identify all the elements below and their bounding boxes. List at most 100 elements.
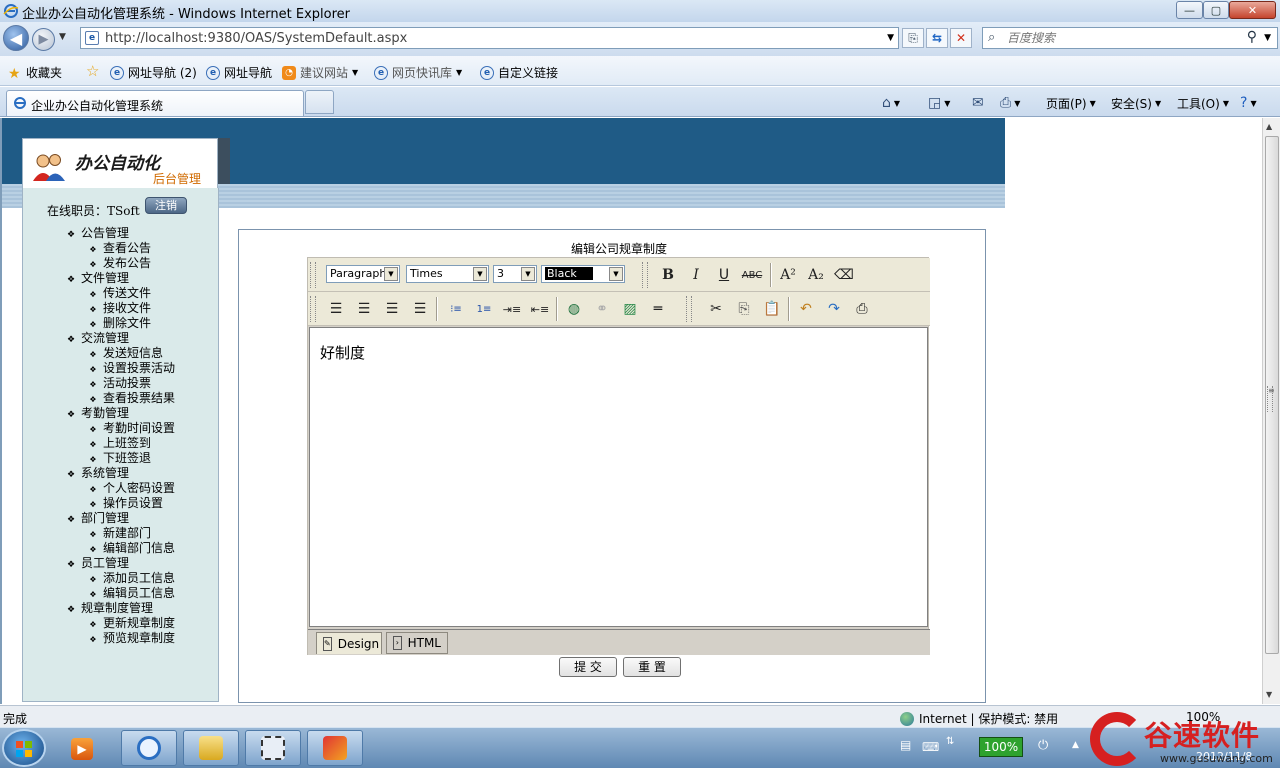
- editor-content-text[interactable]: 好制度: [320, 342, 365, 363]
- search-box[interactable]: ⌕ ⚲ ▼: [982, 27, 1278, 49]
- tools-taskbar-button[interactable]: [245, 730, 301, 766]
- compatibility-view-button[interactable]: ⎘: [902, 28, 924, 48]
- explorer-taskbar-button[interactable]: [183, 730, 239, 766]
- cut-button[interactable]: ✂: [704, 298, 728, 320]
- design-mode-tab[interactable]: ✎ Design: [316, 632, 382, 654]
- bold-button[interactable]: B: [656, 264, 680, 286]
- superscript-button[interactable]: A²: [776, 264, 800, 286]
- scroll-down-icon[interactable]: ▼: [1266, 690, 1272, 699]
- maximize-button[interactable]: ▢: [1203, 1, 1229, 19]
- fav-link-2[interactable]: e 网址导航: [206, 64, 272, 81]
- bullet-list-button[interactable]: ⁝≡: [444, 298, 468, 320]
- logout-button[interactable]: 注销: [145, 197, 187, 214]
- help-button[interactable]: ? ▼: [1240, 95, 1257, 111]
- toolbar-grip[interactable]: [310, 296, 316, 322]
- italic-button[interactable]: I: [684, 264, 708, 286]
- fav-link-suggested[interactable]: ◔ 建议网站 ▼: [282, 64, 358, 81]
- paste-button[interactable]: 📋: [760, 298, 784, 320]
- close-button[interactable]: ✕: [1229, 1, 1276, 19]
- rich-text-editor: Paragraph ▼ Times ▼ 3 ▼ Black ▼ B I U ABC A²…: [307, 257, 930, 655]
- numbered-list-icon: 1≡: [476, 303, 492, 315]
- indent-button[interactable]: ⇥≡: [500, 298, 524, 320]
- html-mode-tab[interactable]: › HTML: [386, 632, 448, 654]
- subscript-button[interactable]: A₂: [804, 264, 828, 286]
- forward-button[interactable]: ▶: [32, 28, 55, 51]
- toolbar-grip[interactable]: [642, 262, 648, 288]
- diamond-bullet-icon: ❖: [67, 410, 76, 420]
- safety-menu[interactable]: 安全(S) ▼: [1111, 95, 1161, 112]
- align-center-button[interactable]: ☰: [380, 298, 404, 320]
- visual-studio-taskbar-button[interactable]: [307, 730, 363, 766]
- insert-image-button[interactable]: ▨: [618, 298, 642, 320]
- search-input[interactable]: [1007, 31, 1237, 45]
- main-content-panel: 编辑公司规章制度 Paragraph ▼ Times ▼ 3 ▼ Black ▼ B I…: [238, 229, 986, 703]
- eraser-button[interactable]: ⌫: [832, 264, 856, 286]
- page-menu[interactable]: 页面(P) ▼: [1046, 95, 1096, 112]
- align-left-button[interactable]: ☰: [324, 298, 348, 320]
- format-select[interactable]: Paragraph ▼: [326, 265, 400, 283]
- new-tab-button[interactable]: [305, 90, 334, 114]
- stop-button[interactable]: ✕: [950, 28, 972, 48]
- horizontal-rule-button[interactable]: ═: [646, 298, 670, 320]
- align-right-button[interactable]: ☰: [352, 298, 376, 320]
- align-justify-icon: ☰: [413, 301, 427, 317]
- strikethrough-button[interactable]: ABC: [740, 264, 764, 286]
- outdent-button[interactable]: ⇤≡: [528, 298, 552, 320]
- insert-link-button[interactable]: ◍: [562, 298, 586, 320]
- align-justify-button[interactable]: ☰: [408, 298, 432, 320]
- tools-menu[interactable]: 工具(O) ▼: [1177, 95, 1229, 112]
- redo-button[interactable]: ↷: [822, 298, 846, 320]
- menu-item-preview-rules[interactable]: ❖ 预览规章制度: [89, 629, 175, 646]
- ie-logo-icon: [137, 736, 161, 760]
- numbered-list-button[interactable]: 1≡: [472, 298, 496, 320]
- battery-indicator[interactable]: 100%: [979, 737, 1023, 757]
- refresh-button[interactable]: ⇆: [926, 28, 948, 48]
- subscript-icon: A₂: [808, 267, 824, 283]
- toolbar-grip[interactable]: [686, 296, 692, 322]
- fav-link-custom[interactable]: e 自定义链接: [480, 64, 558, 81]
- diamond-bullet-icon: ❖: [67, 335, 76, 345]
- undo-button[interactable]: ↶: [794, 298, 818, 320]
- favorites-button[interactable]: ★ 收藏夹: [8, 64, 62, 82]
- power-tray-icon[interactable]: ⏻: [1038, 738, 1048, 753]
- read-mail-button[interactable]: ✉: [972, 95, 984, 111]
- reset-button[interactable]: 重 置: [623, 657, 681, 677]
- security-zone[interactable]: Internet | 保护模式: 禁用: [900, 710, 1058, 727]
- search-dropdown-icon[interactable]: ▼: [1264, 33, 1271, 43]
- editor-print-button[interactable]: ⎙: [850, 298, 874, 320]
- fav-link-1[interactable]: e 网址导航 (2): [110, 64, 197, 81]
- start-button[interactable]: [2, 729, 46, 767]
- ie-taskbar-button[interactable]: [121, 730, 177, 766]
- print-button[interactable]: ⎙ ▼: [1000, 95, 1020, 111]
- scroll-up-icon[interactable]: ▲: [1266, 122, 1272, 131]
- diamond-bullet-icon: ❖: [89, 620, 97, 629]
- home-button[interactable]: ⌂ ▼: [882, 95, 900, 111]
- keyboard-tray-icon[interactable]: ⌨: [922, 740, 939, 754]
- tray-expand-icon[interactable]: ⇅: [946, 736, 954, 747]
- tab-active[interactable]: 企业办公自动化管理系统: [6, 90, 304, 116]
- font-select[interactable]: Times ▼: [406, 265, 489, 283]
- address-bar[interactable]: e http://localhost:9380/OAS/SystemDefaul…: [80, 27, 899, 49]
- back-button[interactable]: ◀: [3, 25, 29, 51]
- copy-icon: ⎘: [738, 301, 750, 317]
- search-icon[interactable]: ⚲: [1247, 29, 1257, 45]
- copy-button[interactable]: ⎘: [732, 298, 756, 320]
- underline-button[interactable]: U: [712, 264, 736, 286]
- feeds-button[interactable]: ◲ ▼: [928, 95, 950, 111]
- history-dropdown-icon[interactable]: ▼: [59, 32, 66, 42]
- add-favorite-icon[interactable]: ☆: [86, 62, 99, 80]
- editor-content-area[interactable]: 好制度: [309, 327, 928, 627]
- submit-button[interactable]: 提 交: [559, 657, 617, 677]
- pdf-tray-icon[interactable]: ▤: [900, 738, 911, 752]
- color-select[interactable]: Black ▼: [541, 265, 625, 283]
- minimize-button[interactable]: —: [1176, 1, 1203, 19]
- size-select[interactable]: 3 ▼: [493, 265, 537, 283]
- address-dropdown-icon[interactable]: ▼: [887, 33, 894, 43]
- unlink-button[interactable]: ⚭: [590, 298, 614, 320]
- media-player-taskbar-icon[interactable]: ▶: [64, 734, 100, 764]
- address-url[interactable]: http://localhost:9380/OAS/SystemDefault.…: [105, 31, 407, 46]
- show-hidden-icons[interactable]: ▲: [1072, 740, 1079, 750]
- vertical-scrollbar[interactable]: ▲ ≡ ▼: [1262, 118, 1280, 704]
- fav-link-webslice[interactable]: e 网页快讯库 ▼: [374, 64, 462, 81]
- toolbar-grip[interactable]: [310, 262, 316, 288]
